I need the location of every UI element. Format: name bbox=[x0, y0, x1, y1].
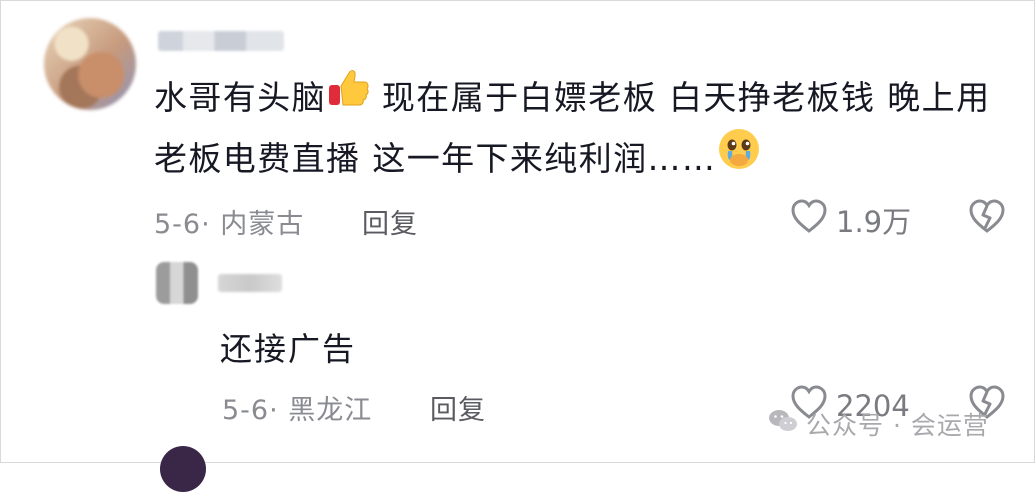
watermark-text: 公众号 · 会运营 bbox=[806, 411, 989, 440]
replier-avatar[interactable] bbox=[156, 262, 198, 304]
pleading-crying-icon bbox=[716, 126, 762, 189]
reply-date-location: 5-6· 黑龙江 bbox=[222, 395, 373, 426]
commenter-avatar[interactable] bbox=[44, 18, 136, 110]
comment-text: 水哥有头脑 现在属于白嫖老板 白天挣老板钱 晚上用老板电费直播 这一年下来纯利润… bbox=[154, 70, 1024, 192]
replier-username-blurred[interactable] bbox=[218, 274, 282, 292]
reply-text: 还接广告 bbox=[220, 330, 357, 368]
commenter-username-blurred[interactable] bbox=[158, 31, 284, 51]
comment-text-part1: 水哥有头脑 bbox=[154, 78, 326, 117]
comment-reply-button[interactable]: 回复 bbox=[362, 202, 418, 241]
broken-heart-icon bbox=[968, 199, 1006, 238]
reply-reply-button[interactable]: 回复 bbox=[430, 388, 486, 427]
wechat-icon bbox=[768, 408, 798, 440]
heart-outline-icon bbox=[790, 198, 828, 241]
comment-like-count: 1.9万 bbox=[836, 204, 912, 239]
next-commenter-avatar[interactable] bbox=[160, 446, 206, 492]
comment-dislike-button[interactable] bbox=[968, 198, 1006, 238]
watermark: 公众号 · 会运营 bbox=[768, 406, 989, 442]
comment-date-location: 5-6· 内蒙古 bbox=[154, 209, 305, 240]
thumbs-up-icon bbox=[326, 67, 370, 126]
comment-like-button[interactable]: 1.9万 bbox=[790, 198, 911, 241]
